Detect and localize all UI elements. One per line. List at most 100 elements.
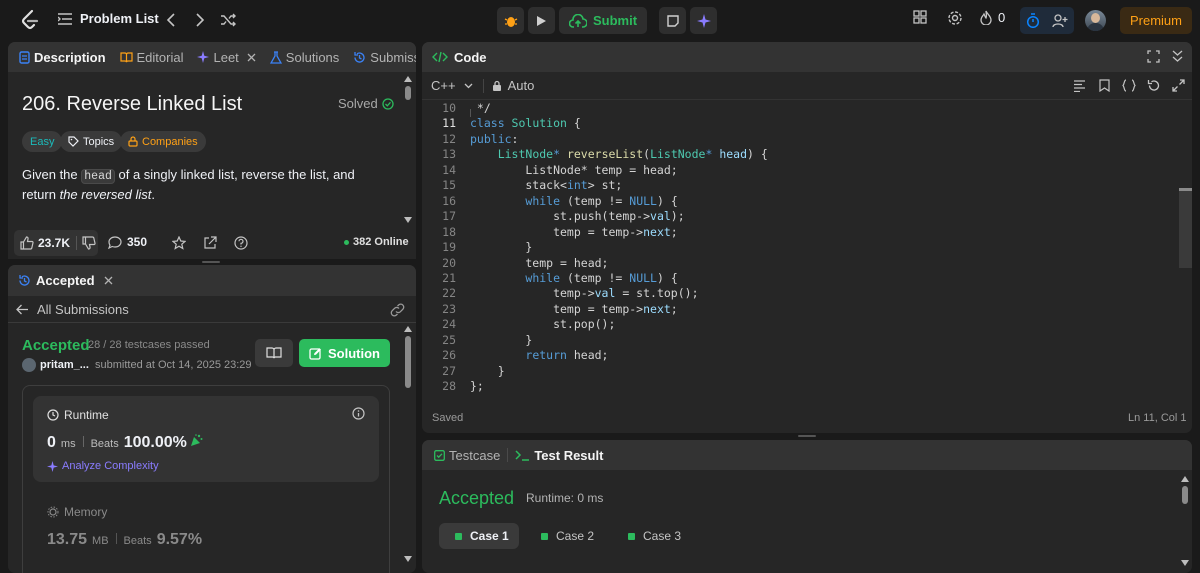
code-line[interactable]: 12 public: bbox=[430, 132, 518, 148]
resize-handle[interactable] bbox=[202, 261, 220, 263]
code-line[interactable]: 17 st.push(temp-> val); bbox=[430, 209, 685, 225]
notes-button[interactable] bbox=[659, 7, 687, 34]
code-line[interactable]: 16 while (temp != NULL) { bbox=[430, 194, 678, 210]
all-submissions-link[interactable]: All Submissions bbox=[37, 302, 129, 317]
comments-button[interactable]: 350 bbox=[108, 235, 147, 249]
close-icon[interactable] bbox=[247, 53, 256, 62]
fullscreen-icon[interactable] bbox=[1147, 50, 1160, 63]
code-line[interactable]: 18 temp = temp-> next; bbox=[430, 225, 678, 241]
chevron-left-icon[interactable] bbox=[161, 10, 181, 30]
shuffle-icon[interactable] bbox=[218, 10, 238, 30]
companies-tag[interactable]: Companies bbox=[120, 131, 206, 152]
ai-assist-button[interactable] bbox=[690, 7, 718, 34]
submission-tab-bar: Accepted bbox=[8, 265, 416, 296]
code-line[interactable]: 25 } bbox=[430, 333, 532, 349]
editorial-button[interactable] bbox=[255, 339, 293, 367]
tab-submissions[interactable]: Submiss bbox=[346, 50, 416, 65]
debug-button[interactable] bbox=[497, 7, 524, 34]
scroll-down-icon[interactable] bbox=[1181, 560, 1189, 566]
timer-icon[interactable] bbox=[1026, 13, 1040, 28]
code-line[interactable]: 10 */ bbox=[430, 101, 491, 117]
link-icon[interactable] bbox=[390, 303, 405, 317]
code-line[interactable]: 28}; bbox=[430, 379, 484, 395]
code-token: temp = head; bbox=[470, 255, 609, 270]
editor-scrollbar[interactable] bbox=[1179, 188, 1192, 268]
case-3-button[interactable]: Case 3 bbox=[628, 523, 681, 549]
tab-description[interactable]: Description bbox=[12, 50, 113, 65]
arrow-left-icon[interactable] bbox=[16, 304, 29, 315]
cursor-position[interactable]: Ln 11, Col 1 bbox=[1128, 412, 1187, 424]
scroll-down-icon[interactable] bbox=[404, 556, 412, 562]
solution-button[interactable]: Solution bbox=[299, 339, 390, 367]
tab-accepted[interactable]: Accepted bbox=[36, 273, 95, 288]
book-open-icon bbox=[266, 347, 282, 359]
scrollbar-thumb[interactable] bbox=[1182, 486, 1188, 504]
add-user-icon[interactable] bbox=[1052, 13, 1068, 28]
analyze-complexity-link[interactable]: Analyze Complexity bbox=[47, 460, 159, 472]
code-token: ( bbox=[643, 147, 651, 162]
scroll-up-icon[interactable] bbox=[404, 326, 412, 332]
star-icon[interactable] bbox=[172, 236, 186, 250]
language-select[interactable]: C++ bbox=[431, 78, 473, 93]
problem-title[interactable]: 206. Reverse Linked List bbox=[22, 93, 242, 116]
code-line[interactable]: 11 class Solution { bbox=[430, 116, 581, 132]
leetcode-logo-icon[interactable] bbox=[20, 9, 40, 31]
difficulty-badge[interactable]: Easy bbox=[22, 131, 63, 152]
chevron-right-icon[interactable] bbox=[190, 10, 210, 30]
resize-handle[interactable] bbox=[798, 435, 816, 437]
code-line[interactable]: 13 ListNode * reverseList(ListNode * head)… bbox=[430, 147, 768, 163]
code-tab-title[interactable]: Code bbox=[454, 50, 487, 65]
scroll-down-icon[interactable] bbox=[404, 217, 412, 223]
code-line[interactable]: 22 temp-> val = st.top(); bbox=[430, 286, 698, 302]
settings-button[interactable] bbox=[947, 10, 963, 26]
code-line[interactable]: 20 temp = head; bbox=[430, 256, 608, 272]
code-line[interactable]: 24 st.pop(); bbox=[430, 317, 615, 333]
thumbs-up-icon[interactable] bbox=[20, 236, 34, 250]
code-line[interactable]: 27 } bbox=[430, 364, 504, 380]
streak-counter[interactable]: 0 bbox=[980, 10, 1005, 25]
code-line[interactable]: 26 return head; bbox=[430, 348, 608, 364]
scrollbar-thumb[interactable] bbox=[405, 86, 411, 100]
memory-header[interactable]: Memory bbox=[47, 505, 107, 519]
thumbs-down-icon[interactable] bbox=[82, 236, 96, 250]
code-line[interactable]: 19 } bbox=[430, 240, 532, 256]
user-avatar[interactable] bbox=[22, 358, 36, 372]
braces-icon[interactable] bbox=[1122, 79, 1136, 92]
submit-button[interactable]: Submit bbox=[559, 7, 648, 34]
topics-tag[interactable]: Topics bbox=[60, 131, 123, 152]
scroll-up-icon[interactable] bbox=[1181, 476, 1189, 482]
close-icon[interactable] bbox=[104, 276, 113, 285]
history-icon bbox=[353, 51, 366, 64]
run-button[interactable] bbox=[528, 7, 555, 34]
layout-button[interactable] bbox=[913, 10, 927, 24]
scroll-up-icon[interactable] bbox=[404, 76, 412, 82]
share-icon[interactable] bbox=[203, 236, 217, 250]
premium-button[interactable]: Premium bbox=[1120, 7, 1192, 34]
case-1-button[interactable]: Case 1 bbox=[439, 523, 519, 549]
reset-icon[interactable] bbox=[1147, 79, 1160, 92]
code-line[interactable]: 23 temp = temp-> next; bbox=[430, 302, 678, 318]
chevron-down-icon[interactable] bbox=[1172, 50, 1183, 62]
scrollbar-thumb[interactable] bbox=[405, 336, 411, 388]
help-icon[interactable] bbox=[234, 236, 248, 250]
tab-test-result[interactable]: Test Result bbox=[508, 448, 610, 463]
code-line[interactable]: 14 ListNode* temp = head; bbox=[430, 163, 678, 179]
code-token: : bbox=[511, 131, 519, 146]
tab-testcase[interactable]: Testcase bbox=[432, 448, 507, 463]
auto-mode[interactable]: Auto bbox=[492, 78, 534, 93]
editor-scroll-marker bbox=[1179, 188, 1192, 191]
code-line[interactable]: 15 stack< int > st; bbox=[430, 178, 622, 194]
tab-solutions[interactable]: Solutions bbox=[263, 50, 346, 65]
tab-editorial[interactable]: Editorial bbox=[113, 50, 191, 65]
format-icon[interactable] bbox=[1073, 80, 1086, 92]
case-2-button[interactable]: Case 2 bbox=[541, 523, 594, 549]
expand-icon[interactable] bbox=[1172, 79, 1185, 92]
save-status: Saved bbox=[432, 412, 464, 424]
bookmark-icon[interactable] bbox=[1099, 79, 1110, 92]
tab-leet[interactable]: Leet bbox=[190, 50, 262, 65]
username[interactable]: pritam_... bbox=[40, 359, 89, 371]
problem-list-button[interactable]: Problem List bbox=[58, 11, 159, 26]
code-line[interactable]: 21 while (temp != NULL) { bbox=[430, 271, 678, 287]
avatar[interactable] bbox=[1085, 10, 1106, 31]
info-icon[interactable] bbox=[352, 407, 365, 420]
